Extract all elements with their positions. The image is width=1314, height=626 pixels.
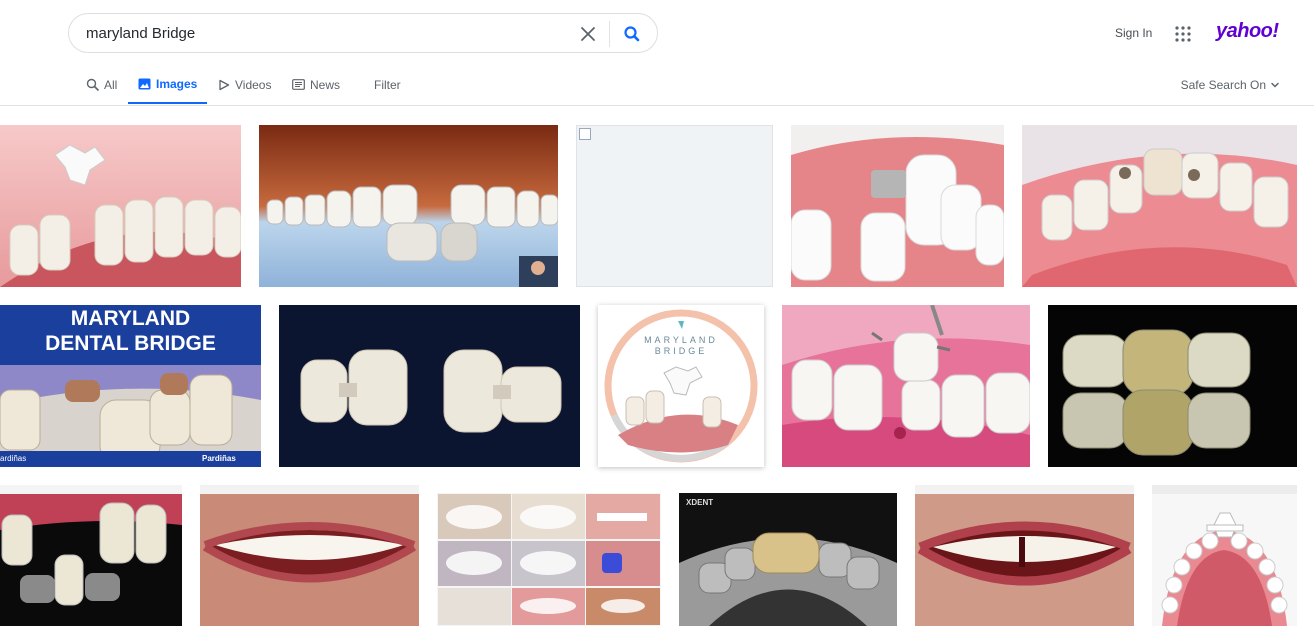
tab-videos[interactable]: Videos bbox=[218, 66, 271, 103]
thumbnail-brand: XDENT bbox=[686, 498, 714, 507]
dental-bridge-thumbnail bbox=[0, 125, 241, 287]
dental-bridge-thumbnail bbox=[1048, 305, 1297, 467]
image-result[interactable] bbox=[915, 485, 1134, 626]
yahoo-logo[interactable]: yahoo! bbox=[1216, 20, 1279, 43]
image-result[interactable] bbox=[259, 125, 558, 287]
search-icon bbox=[86, 78, 99, 91]
safe-search-dropdown[interactable]: Safe Search On bbox=[1181, 66, 1280, 103]
newspaper-icon bbox=[292, 79, 305, 90]
sign-in-link[interactable]: Sign In bbox=[1115, 26, 1152, 40]
image-result[interactable] bbox=[1022, 125, 1297, 287]
tab-all[interactable]: All bbox=[86, 66, 117, 103]
thumbnail-credit: ardiñas bbox=[0, 454, 27, 463]
thumbnail-title: DENTAL BRIDGE bbox=[45, 332, 216, 355]
dental-bridge-thumbnail bbox=[1022, 125, 1297, 287]
dental-bridge-thumbnail bbox=[791, 125, 1004, 287]
image-result[interactable] bbox=[791, 125, 1004, 287]
tab-filter[interactable]: Filter bbox=[374, 66, 401, 103]
tab-label: Videos bbox=[235, 77, 272, 92]
thumbnail-title: BRIDGE bbox=[654, 346, 708, 356]
image-result[interactable]: XDENT bbox=[679, 493, 897, 626]
tab-news[interactable]: News bbox=[292, 66, 340, 103]
thumbnail-credit: Pardiñas bbox=[202, 454, 236, 463]
tab-images[interactable]: Images bbox=[128, 66, 208, 104]
search-box bbox=[68, 13, 658, 53]
smile-thumbnail bbox=[200, 485, 419, 626]
image-result[interactable] bbox=[1048, 305, 1297, 467]
broken-image-icon bbox=[579, 128, 591, 140]
image-result[interactable] bbox=[279, 305, 580, 467]
apps-grid-button[interactable] bbox=[1175, 26, 1191, 42]
image-result[interactable]: MARYLAND DENTAL BRIDGE ardiñas Pardiñas bbox=[0, 305, 261, 467]
clear-button[interactable] bbox=[577, 23, 599, 45]
dental-bridge-thumbnail bbox=[598, 305, 764, 467]
image-result[interactable] bbox=[200, 485, 419, 626]
dental-arch-thumbnail bbox=[1152, 485, 1297, 626]
image-result[interactable]: MARYLAND BRIDGE bbox=[598, 305, 764, 467]
image-result-broken[interactable] bbox=[576, 125, 773, 287]
tab-label: Images bbox=[156, 77, 198, 91]
image-result[interactable] bbox=[1152, 485, 1297, 626]
search-icon bbox=[624, 26, 640, 42]
dental-collage-thumbnail bbox=[437, 493, 661, 626]
search-button[interactable] bbox=[621, 23, 643, 45]
dental-bridge-thumbnail bbox=[259, 125, 558, 287]
search-tabs: All Images Videos News Filter Safe Searc… bbox=[0, 66, 1314, 106]
tab-label: Filter bbox=[374, 77, 401, 92]
grid-icon bbox=[1175, 26, 1191, 42]
dental-model-thumbnail bbox=[679, 493, 897, 626]
thumbnail-title: MARYLAND bbox=[70, 307, 191, 330]
image-icon bbox=[138, 78, 151, 90]
search-input[interactable] bbox=[86, 23, 556, 43]
tab-label: News bbox=[310, 77, 341, 92]
image-result[interactable] bbox=[0, 485, 182, 626]
chevron-down-icon bbox=[1271, 82, 1279, 88]
play-icon bbox=[219, 79, 230, 90]
tab-label: All bbox=[104, 77, 118, 92]
image-result[interactable] bbox=[782, 305, 1030, 467]
image-result[interactable] bbox=[437, 493, 661, 626]
close-icon bbox=[581, 27, 595, 41]
image-result[interactable] bbox=[0, 125, 241, 287]
search-divider bbox=[609, 21, 610, 47]
thumbnail-title: MARYLAND bbox=[644, 335, 718, 345]
dental-bridge-thumbnail bbox=[279, 305, 580, 467]
smile-thumbnail bbox=[915, 485, 1134, 626]
safe-search-label: Safe Search On bbox=[1180, 77, 1266, 92]
dental-bridge-thumbnail bbox=[0, 485, 182, 626]
dental-bridge-thumbnail bbox=[782, 305, 1030, 467]
